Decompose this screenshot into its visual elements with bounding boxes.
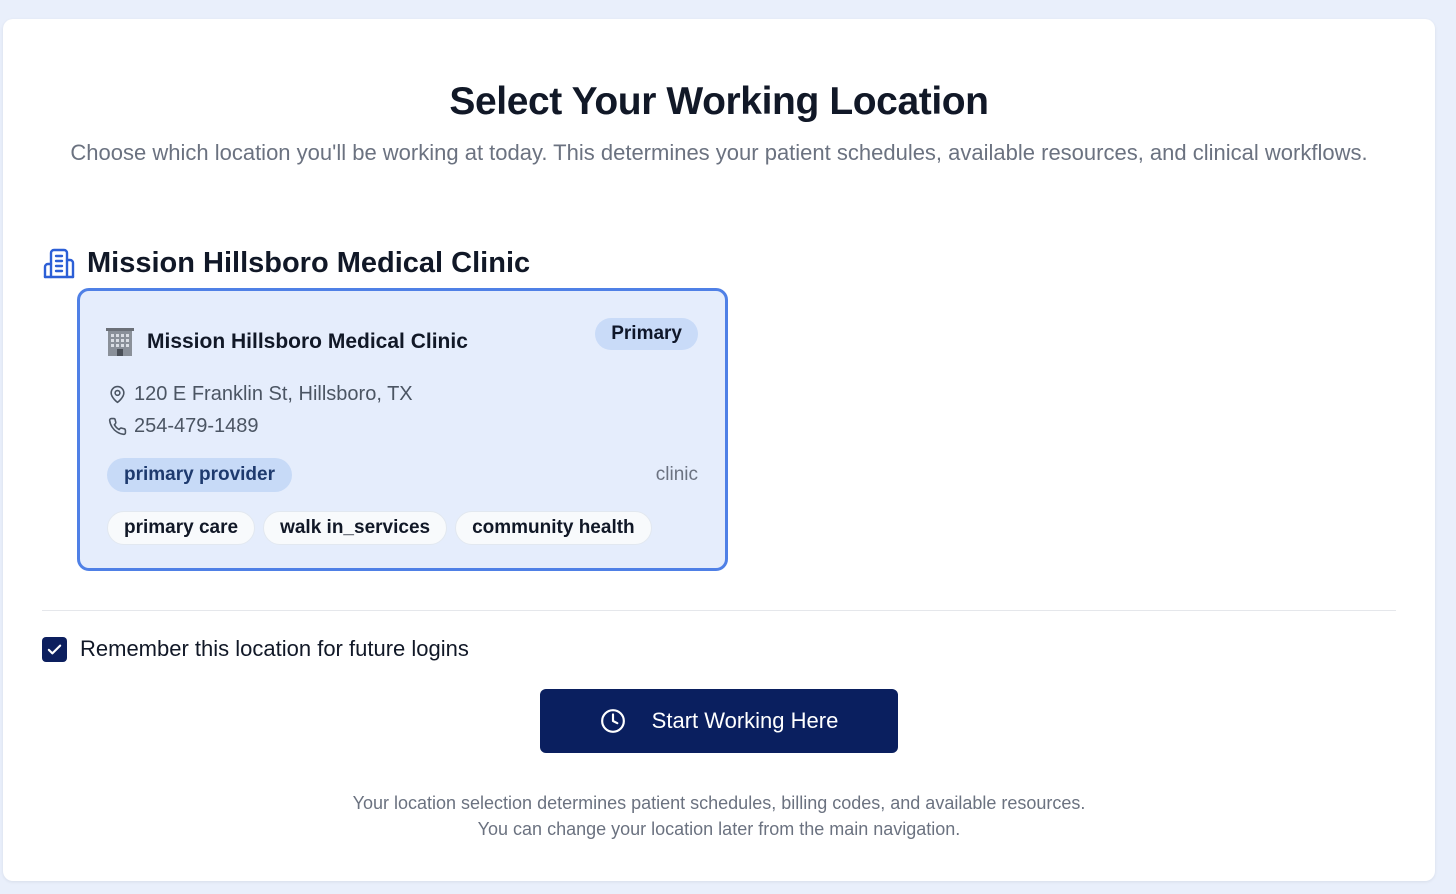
remember-location-option[interactable]: Remember this location for future logins (42, 636, 469, 662)
start-working-button[interactable]: Start Working Here (540, 689, 898, 753)
service-tag: community health (455, 511, 652, 545)
clock-icon (600, 709, 625, 733)
footnote-line: You can change your location later from … (477, 819, 961, 839)
section-divider (42, 610, 1396, 611)
location-card[interactable]: Mission Hillsboro Medical Clinic Primary… (77, 288, 728, 571)
page-subtitle: Choose which location you'll be working … (70, 140, 1368, 165)
location-type-label: clinic (655, 464, 698, 485)
organization-header: Mission Hillsboro Medical Clinic (42, 243, 530, 283)
service-tag: walk in_services (263, 511, 448, 545)
organization-name: Mission Hillsboro Medical Clinic (87, 246, 531, 279)
map-pin-icon (110, 385, 125, 404)
location-name: Mission Hillsboro Medical Clinic (147, 330, 468, 353)
checkmark-icon (47, 644, 62, 654)
location-selection-panel: Select Your Working Location Choose whic… (3, 19, 1435, 881)
page-title: Select Your Working Location (449, 80, 989, 123)
remember-label: Remember this location for future logins (80, 636, 469, 661)
address-text: 120 E Franklin St, Hillsboro, TX (134, 383, 413, 405)
location-address: 120 E Franklin St, Hillsboro, TX (108, 383, 413, 406)
remember-checkbox[interactable] (42, 636, 67, 662)
start-working-label: Start Working Here (651, 708, 839, 733)
role-badge: primary provider (107, 458, 292, 492)
footnote-line: Your location selection determines patie… (352, 793, 1086, 813)
phone-icon (108, 417, 127, 436)
building-emoji-icon (106, 328, 134, 356)
footnote: Your location selection determines patie… (3, 790, 1435, 842)
phone-text: 254-479-1489 (134, 415, 259, 437)
location-phone: 254-479-1489 (108, 415, 259, 438)
service-tag: primary care (107, 511, 256, 545)
primary-badge: Primary (595, 318, 698, 350)
location-card-header: Mission Hillsboro Medical Clinic (106, 327, 468, 357)
service-tags: primary care walk in_services community … (107, 511, 652, 545)
building-icon (43, 248, 75, 279)
